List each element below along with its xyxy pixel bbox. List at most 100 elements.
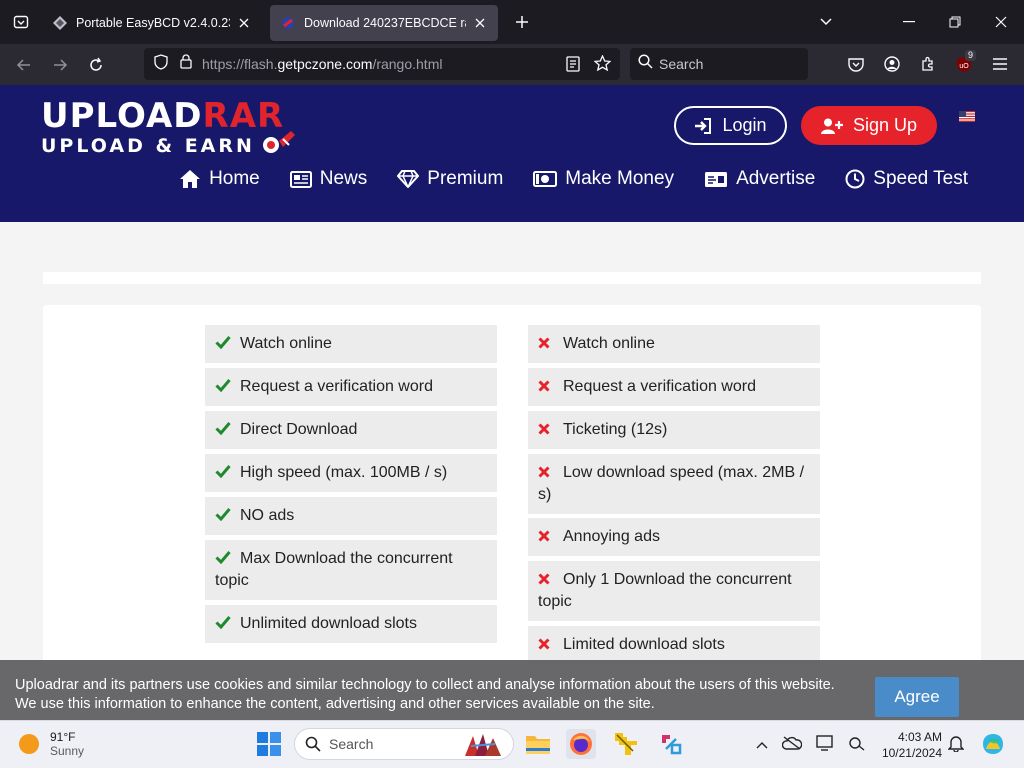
agree-button[interactable]: Agree (875, 677, 959, 717)
weather-widget[interactable]: 91°F Sunny (18, 730, 84, 758)
login-button[interactable]: Login (674, 106, 787, 145)
shield-icon[interactable] (154, 53, 168, 75)
chevron-up-icon[interactable] (756, 736, 768, 754)
minimize-icon[interactable] (886, 0, 932, 44)
app-yellow-icon[interactable] (611, 729, 641, 759)
nav-news[interactable]: News (289, 168, 367, 190)
signup-button[interactable]: Sign Up (801, 106, 937, 145)
ublock-icon[interactable]: uO 9 (948, 48, 980, 80)
check-icon (215, 420, 231, 436)
firefox-icon[interactable] (566, 729, 596, 759)
premium-feature-row: Request a verification word (205, 368, 497, 406)
search-icon (305, 736, 321, 752)
close-window-icon[interactable] (978, 0, 1024, 44)
tab-list-icon[interactable] (0, 0, 42, 44)
tab-download-rar[interactable]: Download 240237EBCDCE rar (270, 5, 498, 41)
search-highlight-icon (465, 734, 501, 756)
feature-text: Unlimited download slots (240, 615, 417, 632)
cross-icon (538, 420, 554, 435)
nav-speed-test[interactable]: Speed Test (845, 168, 968, 190)
uploadrar-logo[interactable]: UPLOADRAR UPLOAD & EARN (41, 99, 301, 157)
menu-hamburger-icon[interactable] (984, 48, 1016, 80)
bell-icon[interactable] (947, 734, 965, 757)
windows-taskbar: 91°F Sunny Search 4:03 AM 10/21/2024 (0, 720, 1024, 768)
display-icon[interactable] (816, 734, 834, 756)
nav-premium[interactable]: Premium (397, 168, 503, 190)
tab-portable-easybcd[interactable]: Portable EasyBCD v2.4.0.237 Co (42, 5, 262, 41)
check-icon (215, 377, 231, 393)
bookmark-star-icon[interactable] (593, 54, 612, 77)
free-feature-row: Limited download slots (528, 626, 820, 664)
cookie-line-1: Uploadrar and its partners use cookies a… (15, 677, 835, 693)
feature-text: Annoying ads (563, 528, 660, 545)
cookie-text: Uploadrar and its partners use cookies a… (15, 676, 855, 714)
browser-search-input[interactable]: Search (630, 48, 808, 80)
clock-time: 4:03 AM (897, 730, 942, 744)
reader-view-icon[interactable] (566, 56, 580, 77)
nav-make-money[interactable]: Make Money (533, 168, 674, 190)
url-text[interactable]: https://flash.getpczone.com/rango.html (202, 56, 442, 72)
onedrive-icon[interactable] (781, 735, 803, 755)
clock-icon (845, 169, 865, 189)
new-tab-icon[interactable] (502, 0, 542, 44)
taskbar-search[interactable]: Search (294, 728, 514, 760)
close-tab-icon[interactable] (472, 15, 488, 31)
weather-condition: Sunny (50, 744, 85, 758)
feature-text: Direct Download (240, 421, 358, 438)
copilot-icon[interactable] (978, 729, 1008, 759)
address-bar[interactable]: https://flash.getpczone.com/rango.html (144, 48, 620, 80)
forward-arrow-icon[interactable] (42, 49, 78, 81)
sun-icon (19, 734, 39, 754)
nav-label: Advertise (736, 168, 816, 189)
premium-feature-row: Direct Download (205, 411, 497, 449)
windows-start-icon[interactable] (257, 732, 281, 756)
chevron-down-icon[interactable] (810, 0, 842, 44)
back-arrow-icon[interactable] (6, 49, 42, 81)
system-tray (756, 721, 866, 768)
feature-text: Only 1 Download the concurrent topic (538, 571, 792, 610)
file-explorer-icon[interactable] (523, 729, 553, 759)
app-snip-icon[interactable] (656, 729, 686, 759)
cross-icon (538, 377, 554, 392)
check-icon (215, 463, 231, 479)
feature-text: Watch online (240, 335, 332, 352)
cross-icon (538, 570, 554, 585)
site-header: UPLOADRAR UPLOAD & EARN Login Sign Up Ho… (0, 85, 1024, 222)
nav-home[interactable]: Home (179, 168, 260, 190)
us-flag-icon[interactable] (959, 111, 975, 122)
feature-text: High speed (max. 100MB / s) (240, 464, 448, 481)
restore-icon[interactable] (932, 0, 978, 44)
feature-text: Limited download slots (563, 636, 725, 653)
signup-label: Sign Up (852, 115, 918, 135)
extensions-icon[interactable] (912, 48, 944, 80)
close-tab-icon[interactable] (236, 15, 252, 31)
content-strip (43, 272, 981, 284)
feature-text: Ticketing (12s) (563, 421, 668, 438)
cross-icon (538, 334, 554, 349)
tab-title: Download 240237EBCDCE rar (304, 16, 466, 30)
extension-badge: 9 (964, 50, 976, 61)
ad-card-icon (705, 171, 728, 187)
cross-icon (538, 635, 554, 650)
reload-icon[interactable] (78, 49, 114, 81)
free-feature-row: Only 1 Download the concurrent topic (528, 561, 820, 621)
premium-feature-row: High speed (max. 100MB / s) (205, 454, 497, 492)
lock-icon[interactable] (180, 54, 192, 74)
notification-area (947, 721, 965, 768)
check-icon (215, 334, 231, 350)
search-placeholder: Search (659, 56, 704, 72)
uploadrar-favicon-icon (280, 15, 296, 31)
account-icon[interactable] (876, 48, 908, 80)
nav-advertise[interactable]: Advertise (704, 168, 815, 190)
pocket-icon[interactable] (840, 48, 872, 80)
check-icon (215, 614, 231, 630)
sign-in-icon (695, 117, 712, 134)
cross-icon (538, 463, 554, 478)
home-icon (180, 170, 201, 188)
newspaper-icon (289, 170, 312, 188)
nav-label: Make Money (565, 168, 675, 189)
site-navigation: Home News Premium Make Money Advertise S… (179, 168, 968, 190)
network-icon[interactable] (848, 735, 866, 756)
svg-text:uO: uO (959, 63, 969, 70)
system-clock[interactable]: 4:03 AM 10/21/2024 (870, 729, 942, 761)
